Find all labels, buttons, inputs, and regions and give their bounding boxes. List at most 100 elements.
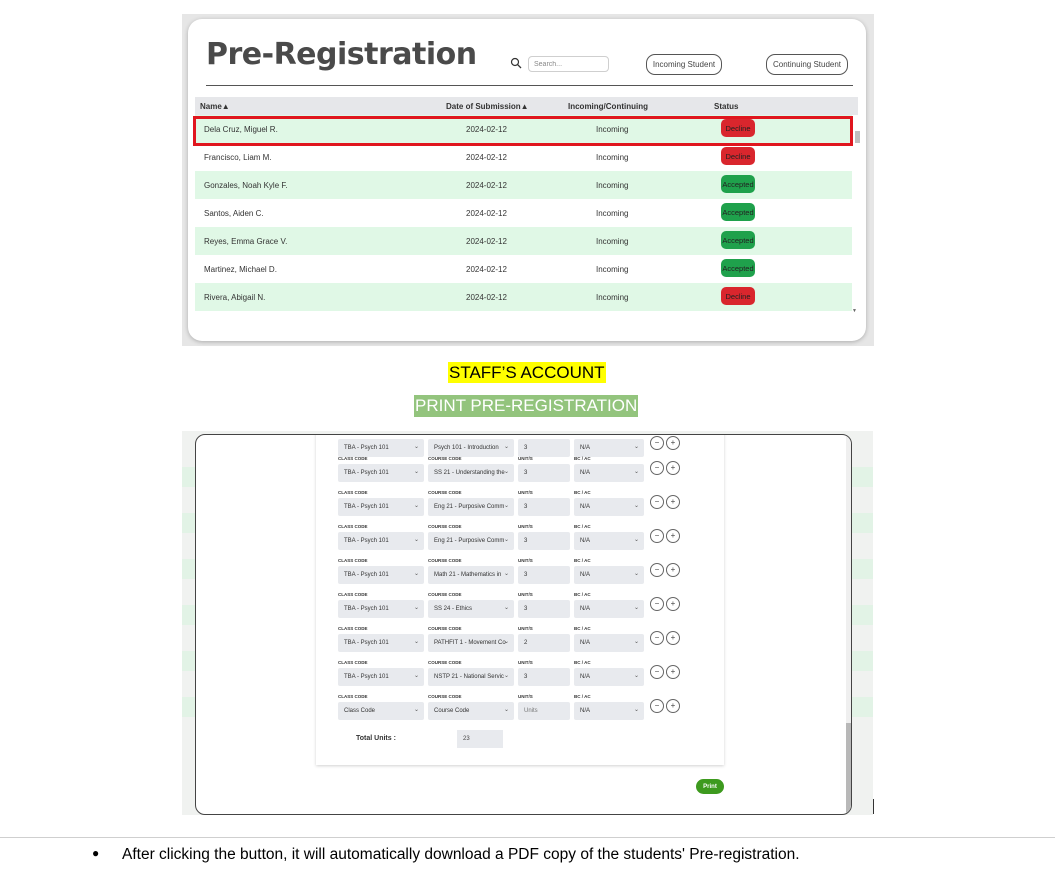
course-code-select[interactable]: Math 21 - Mathematics in ⌄ [428,566,514,584]
print-button[interactable]: Print [696,779,724,794]
modal-scrollbar-thumb[interactable] [846,723,851,814]
bcac-select[interactable]: N/A ⌄ [574,668,644,686]
table-row[interactable]: Francisco, Liam M. 2024-02-12 Incoming D… [195,143,852,171]
bcac-label: BC / AC [574,490,591,495]
table-scrollbar[interactable] [855,131,860,143]
status-badge[interactable]: Decline [721,287,755,305]
search-input[interactable] [528,56,609,72]
column-header-type: Incoming/Continuing [568,102,648,111]
class-code-label: CLASS CODE [338,592,368,597]
remove-row-button[interactable]: − [650,436,664,450]
bcac-select[interactable]: N/A ⌄ [574,600,644,618]
status-badge[interactable]: Accepted [721,231,755,249]
caption-print-preregistration: PRINT PRE-REGISTRATION [414,395,639,417]
remove-row-button[interactable]: − [650,665,664,679]
remove-row-button[interactable]: − [650,563,664,577]
course-code-select[interactable]: SS 24 - Ethics ⌄ [428,600,514,618]
remove-row-button[interactable]: − [650,529,664,543]
chevron-down-icon: ⌄ [633,503,639,509]
class-code-select[interactable]: TBA - Psych 101 ⌄ [338,498,424,516]
units-field[interactable]: 3 [518,668,570,686]
class-code-select[interactable]: TBA - Psych 101 ⌄ [338,668,424,686]
column-header-name[interactable]: Name▲ [200,102,230,111]
add-row-button[interactable]: + [666,436,680,450]
chevron-down-icon: ⌄ [633,605,639,611]
add-row-button[interactable]: + [666,461,680,475]
row-highlight-box [193,116,853,146]
scroll-down-arrow-icon[interactable]: ▼ [852,308,857,314]
status-badge[interactable]: Accepted [721,175,755,193]
class-code-label: CLASS CODE [338,490,368,495]
units-field[interactable]: Units [518,702,570,720]
cell-date: 2024-02-12 [466,293,507,302]
bcac-select[interactable]: N/A ⌄ [574,498,644,516]
class-code-label: CLASS CODE [338,558,368,563]
class-code-select[interactable]: TBA - Psych 101 ⌄ [338,439,424,457]
course-code-select[interactable]: SS 21 - Understanding the ⌄ [428,464,514,482]
units-field[interactable]: 3 [518,532,570,550]
course-code-select[interactable]: PATHFIT 1 - Movement Co ⌄ [428,634,514,652]
class-code-select[interactable]: TBA - Psych 101 ⌄ [338,566,424,584]
chevron-down-icon: ⌄ [503,444,509,450]
add-row-button[interactable]: + [666,597,680,611]
bcac-select[interactable]: N/A ⌄ [574,532,644,550]
course-code-select[interactable]: NSTP 21 - National Servic ⌄ [428,668,514,686]
course-code-select[interactable]: Psych 101 - Introduction ⌄ [428,439,514,457]
bcac-label: BC / AC [574,694,591,699]
cell-type: Incoming [596,209,629,218]
caption-staff-account: STAFF’S ACCOUNT [448,362,606,383]
add-row-button[interactable]: + [666,563,680,577]
chevron-down-icon: ⌄ [413,605,419,611]
staff-preregistration-screenshot: Pre-Registration Incoming Student Contin… [182,14,874,346]
chevron-down-icon: ⌄ [633,469,639,475]
units-field[interactable]: 3 [518,464,570,482]
status-badge[interactable]: Decline [721,147,755,165]
course-code-select[interactable]: Course Code ⌄ [428,702,514,720]
class-code-select[interactable]: TBA - Psych 101 ⌄ [338,600,424,618]
course-row: CLASS CODE COURSE CODE UNIT/S BC / AC TB… [338,490,718,524]
add-row-button[interactable]: + [666,529,680,543]
status-badge[interactable]: Accepted [721,259,755,277]
bcac-select[interactable]: N/A ⌄ [574,634,644,652]
bcac-select[interactable]: N/A ⌄ [574,702,644,720]
add-row-button[interactable]: + [666,665,680,679]
incoming-student-button[interactable]: Incoming Student [646,54,722,75]
table-row[interactable]: Santos, Aiden C. 2024-02-12 Incoming Acc… [195,199,852,227]
chevron-down-icon: ⌄ [633,707,639,713]
table-row[interactable]: Martinez, Michael D. 2024-02-12 Incoming… [195,255,852,283]
continuing-student-button[interactable]: Continuing Student [766,54,848,75]
chevron-down-icon: ⌄ [633,571,639,577]
bcac-select[interactable]: N/A ⌄ [574,439,644,457]
class-code-select[interactable]: TBA - Psych 101 ⌄ [338,634,424,652]
add-row-button[interactable]: + [666,699,680,713]
remove-row-button[interactable]: − [650,597,664,611]
bcac-select[interactable]: N/A ⌄ [574,464,644,482]
units-field[interactable]: 3 [518,439,570,457]
class-code-select[interactable]: Class Code ⌄ [338,702,424,720]
class-code-select[interactable]: TBA - Psych 101 ⌄ [338,464,424,482]
course-code-label: COURSE CODE [428,456,462,461]
cell-name: Rivera, Abigail N. [204,293,266,302]
table-row[interactable]: Rivera, Abigail N. 2024-02-12 Incoming D… [195,283,852,311]
chevron-down-icon: ⌄ [503,673,509,679]
course-code-label: COURSE CODE [428,558,462,563]
course-code-select[interactable]: Eng 21 - Purposive Comm ⌄ [428,498,514,516]
remove-row-button[interactable]: − [650,461,664,475]
column-header-date[interactable]: Date of Submission▲ [446,102,529,111]
remove-row-button[interactable]: − [650,631,664,645]
course-code-select[interactable]: Eng 21 - Purposive Comm ⌄ [428,532,514,550]
status-badge[interactable]: Accepted [721,203,755,221]
units-field[interactable]: 3 [518,600,570,618]
remove-row-button[interactable]: − [650,495,664,509]
remove-row-button[interactable]: − [650,699,664,713]
units-field[interactable]: 2 [518,634,570,652]
bcac-select[interactable]: N/A ⌄ [574,566,644,584]
table-row[interactable]: Reyes, Emma Grace V. 2024-02-12 Incoming… [195,227,852,255]
units-field[interactable]: 3 [518,566,570,584]
bcac-label: BC / AC [574,626,591,631]
add-row-button[interactable]: + [666,495,680,509]
units-field[interactable]: 3 [518,498,570,516]
table-row[interactable]: Gonzales, Noah Kyle F. 2024-02-12 Incomi… [195,171,852,199]
class-code-select[interactable]: TBA - Psych 101 ⌄ [338,532,424,550]
add-row-button[interactable]: + [666,631,680,645]
